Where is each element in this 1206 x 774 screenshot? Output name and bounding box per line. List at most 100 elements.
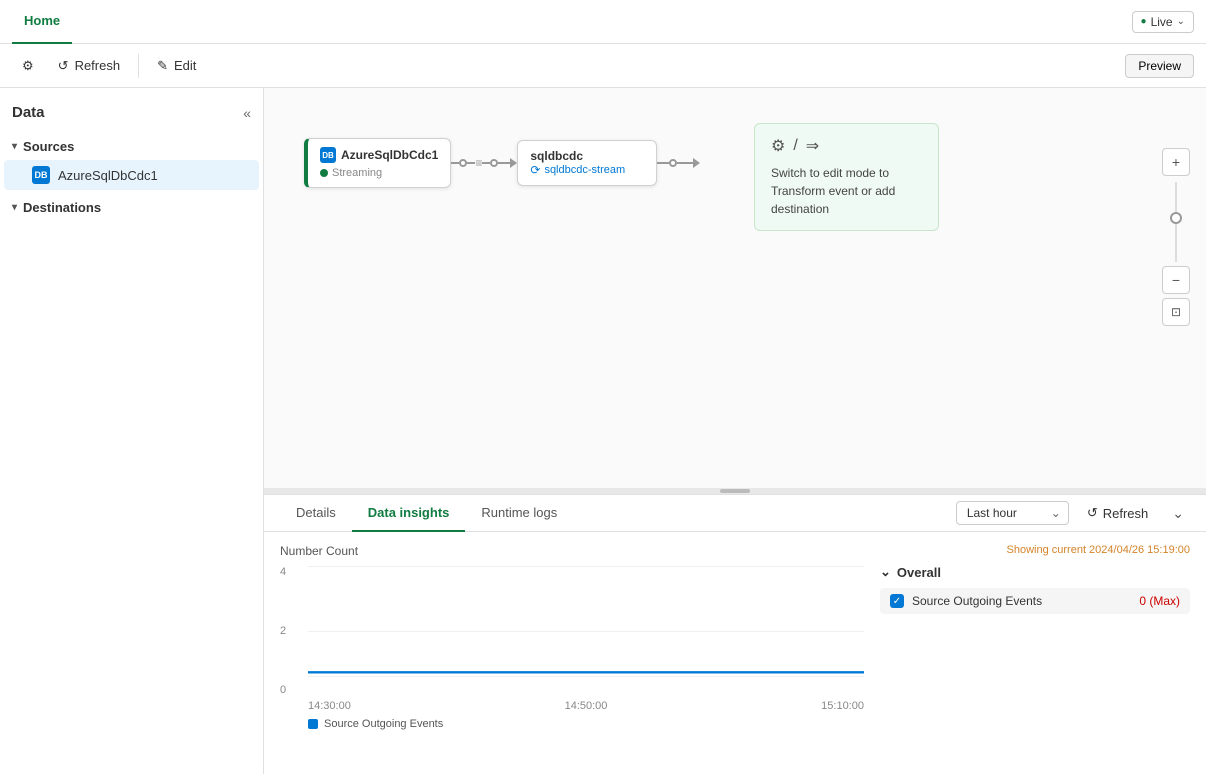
tab-data-insights[interactable]: Data insights xyxy=(352,495,466,532)
chart-canvas: 4 2 0 xyxy=(280,566,864,696)
sidebar-title: Data xyxy=(12,104,45,121)
time-select-wrap: Last hour Last 24 hours Last 7 days xyxy=(956,501,1069,525)
flow-container: DB AzureSqlDbCdc1 Streaming ≡ xyxy=(304,138,700,188)
more-button[interactable]: ⌄ xyxy=(1166,501,1190,526)
grid-line-top xyxy=(308,566,864,567)
source-db-icon: DB xyxy=(320,147,336,163)
tab-runtime-logs[interactable]: Runtime logs xyxy=(465,495,573,532)
equals-icon: ≡ xyxy=(475,156,482,170)
live-chevron-icon[interactable]: ⌄ xyxy=(1177,16,1185,27)
tab-home[interactable]: Home xyxy=(12,0,72,44)
x-label-1: 14:30:00 xyxy=(308,700,351,712)
edit-icon: ✎ xyxy=(157,58,168,74)
settings-icon: ⚙ xyxy=(22,58,34,74)
sidebar-collapse-button[interactable]: « xyxy=(243,105,251,121)
connector-dot-3 xyxy=(669,159,677,167)
y-axis: 4 2 0 xyxy=(280,566,300,696)
destinations-section: ▾ Destinations xyxy=(0,194,263,221)
arrow-right-2 xyxy=(693,158,700,168)
toolbar-right: Preview xyxy=(1125,54,1194,78)
refresh-icon: ↺ xyxy=(58,58,69,74)
chart-title: Number Count xyxy=(280,544,864,558)
canvas-area: DB AzureSqlDbCdc1 Streaming ≡ xyxy=(264,88,1206,774)
edit-tooltip-text: Switch to edit mode to Transform event o… xyxy=(771,164,922,218)
panel-refresh-icon: ↺ xyxy=(1087,505,1098,521)
grid-line-bottom xyxy=(308,676,864,677)
metric-checkbox[interactable]: ✓ xyxy=(890,594,904,608)
tooltip-gear-icon: ⚙ xyxy=(771,136,785,156)
chart-legend: Source Outgoing Events xyxy=(308,718,864,730)
destinations-chevron-icon: ▾ xyxy=(12,202,17,213)
toolbar: ⚙ ↺ Refresh ✎ Edit Preview xyxy=(0,44,1206,88)
status-dot xyxy=(320,169,328,177)
y-label-4: 4 xyxy=(280,566,300,578)
zoom-controls: + − ⊡ xyxy=(1162,148,1190,326)
source-node[interactable]: DB AzureSqlDbCdc1 Streaming xyxy=(304,138,451,188)
zoom-in-button[interactable]: + xyxy=(1162,148,1190,176)
canvas-main[interactable]: DB AzureSqlDbCdc1 Streaming ≡ xyxy=(264,88,1206,488)
overall-header[interactable]: ⌄ Overall xyxy=(880,564,1190,580)
connector-1: ≡ xyxy=(451,156,517,170)
overall-label: Overall xyxy=(897,565,941,580)
y-label-2: 2 xyxy=(280,625,300,637)
zoom-fit-button[interactable]: ⊡ xyxy=(1162,298,1190,326)
zoom-slider-thumb xyxy=(1170,212,1182,224)
main-layout: Data « ▾ Sources DB AzureSqlDbCdc1 ▾ Des… xyxy=(0,88,1206,774)
source-node-title: DB AzureSqlDbCdc1 xyxy=(320,147,438,163)
zoom-slider-track[interactable] xyxy=(1175,182,1177,262)
metric-value: 0 (Max) xyxy=(1139,594,1180,608)
metric-label: Source Outgoing Events xyxy=(912,594,1131,608)
sources-chevron-icon: ▾ xyxy=(12,141,17,152)
connector-2 xyxy=(657,158,700,168)
source-node-subtitle: Streaming xyxy=(320,167,438,179)
preview-button[interactable]: Preview xyxy=(1125,54,1194,78)
live-badge[interactable]: ● Live ⌄ xyxy=(1132,11,1194,33)
zoom-out-button[interactable]: − xyxy=(1162,266,1190,294)
edit-tooltip-icons: ⚙ / ⇒ xyxy=(771,136,922,156)
db-icon: DB xyxy=(32,166,50,184)
overall-chevron-icon: ⌄ xyxy=(880,564,891,580)
chart-right: Showing current 2024/04/26 15:19:00 ⌄ Ov… xyxy=(880,544,1190,762)
live-icon: ● xyxy=(1141,16,1147,27)
live-label: Live xyxy=(1151,15,1173,29)
toolbar-divider xyxy=(138,54,139,78)
sources-section: ▾ Sources DB AzureSqlDbCdc1 xyxy=(0,133,263,190)
y-label-0: 0 xyxy=(280,684,300,696)
chart-plot xyxy=(308,566,864,696)
sidebar-item-label: AzureSqlDbCdc1 xyxy=(58,168,158,183)
settings-button[interactable]: ⚙ xyxy=(12,53,44,79)
sources-section-header[interactable]: ▾ Sources xyxy=(0,133,263,160)
destinations-label: Destinations xyxy=(23,200,101,215)
tooltip-arrow-icon: ⇒ xyxy=(806,136,819,156)
sources-label: Sources xyxy=(23,139,74,154)
top-bar-right: ● Live ⌄ xyxy=(1132,11,1194,33)
time-select[interactable]: Last hour Last 24 hours Last 7 days xyxy=(956,501,1069,525)
refresh-button[interactable]: ↺ Refresh xyxy=(48,53,130,79)
bottom-tab-right: Last hour Last 24 hours Last 7 days ↺ Re… xyxy=(956,501,1190,526)
legend-label: Source Outgoing Events xyxy=(324,718,443,730)
chart-left: Number Count 4 2 0 xyxy=(280,544,864,762)
top-bar: Home ● Live ⌄ xyxy=(0,0,1206,44)
legend-dot xyxy=(308,719,318,729)
tab-details[interactable]: Details xyxy=(280,495,352,532)
stream-node-title: sqldbcdc xyxy=(530,149,644,163)
stream-node-sub: ⟳ sqldbcdc-stream xyxy=(530,163,644,177)
arrow-right-1 xyxy=(510,158,517,168)
tooltip-separator: / xyxy=(793,137,797,155)
x-label-2: 14:50:00 xyxy=(565,700,608,712)
edit-tooltip-box: ⚙ / ⇒ Switch to edit mode to Transform e… xyxy=(754,123,939,231)
sidebar-header: Data « xyxy=(0,96,263,129)
panel-refresh-button[interactable]: ↺ Refresh xyxy=(1077,501,1158,525)
edit-button[interactable]: ✎ Edit xyxy=(147,53,206,79)
grid-line-mid xyxy=(308,631,864,632)
bottom-panel: Details Data insights Runtime logs Last … xyxy=(264,494,1206,774)
sidebar-item-azure-sql-db-cdc1[interactable]: DB AzureSqlDbCdc1 xyxy=(4,160,259,190)
chart-area: Number Count 4 2 0 xyxy=(264,532,1206,774)
showing-text: Showing current 2024/04/26 15:19:00 xyxy=(880,544,1190,556)
bottom-tabs: Details Data insights Runtime logs Last … xyxy=(264,495,1206,532)
connector-dot-2 xyxy=(490,159,498,167)
destinations-section-header[interactable]: ▾ Destinations xyxy=(0,194,263,221)
connector-dot-1 xyxy=(459,159,467,167)
resize-handle-indicator xyxy=(720,489,750,493)
stream-node[interactable]: sqldbcdc ⟳ sqldbcdc-stream xyxy=(517,140,657,186)
